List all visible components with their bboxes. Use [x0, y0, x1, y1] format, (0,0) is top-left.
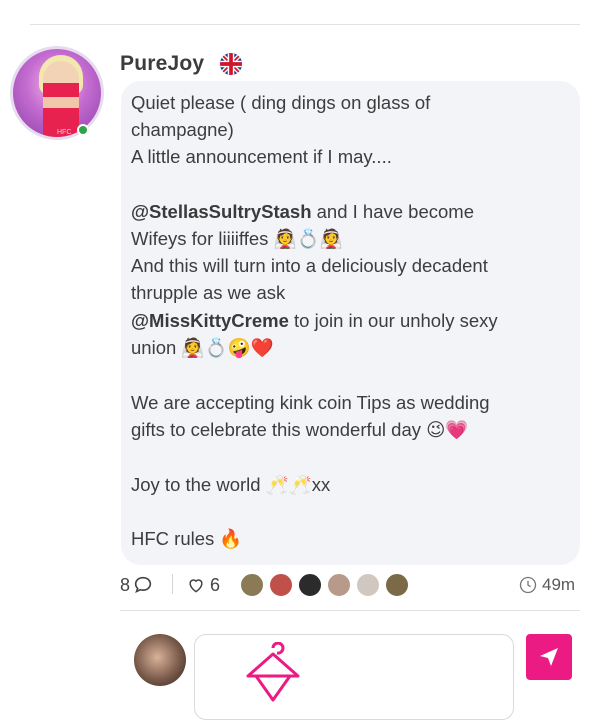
uk-flag-icon: [220, 53, 242, 75]
current-user-avatar[interactable]: [134, 634, 186, 686]
message-line: champagne): [131, 119, 234, 141]
message-line: A little announcement if I may....: [131, 146, 392, 168]
heart-icon: [189, 579, 203, 593]
message-line: thrupple as we ask: [131, 282, 285, 304]
message-line: @StellasSultryStash and I have become: [131, 201, 474, 223]
liker-avatar[interactable]: [298, 573, 322, 597]
send-icon: [540, 648, 558, 666]
message-line: We are accepting kink coin Tips as weddi…: [131, 392, 490, 414]
comment-count: 8: [120, 574, 131, 595]
message-line-text: gifts to celebrate this wonderful day 😉💗: [131, 419, 469, 440]
liker-avatar[interactable]: [240, 573, 264, 597]
footer-separator: [172, 574, 173, 594]
message-line-text: Joy to the world 🥂🥂xx: [131, 474, 331, 495]
online-status-indicator: [77, 124, 89, 136]
message-line-text: and I have become: [311, 201, 474, 222]
liker-avatar[interactable]: [356, 573, 380, 597]
post-time: 49m: [518, 570, 575, 600]
message-line: And this will turn into a deliciously de…: [131, 255, 488, 277]
message-line: Wifeys for liiiiffes 👰💍👰: [131, 228, 343, 250]
author-avatar[interactable]: HFC: [10, 46, 104, 140]
time-ago: 49m: [542, 575, 576, 594]
avatar-figure: [43, 61, 79, 137]
hanger-logo-icon: [246, 642, 300, 702]
avatar-watermark: HFC: [57, 129, 72, 136]
liker-avatar[interactable]: [327, 573, 351, 597]
like-count: 6: [210, 574, 221, 595]
message-line-text: to join in our unholy sexy: [288, 310, 498, 331]
author-username[interactable]: PureJoy: [120, 52, 204, 76]
top-divider: [30, 24, 580, 25]
message-line-text: Quiet please ( ding dings on glass of: [131, 92, 431, 113]
like-button[interactable]: 6: [186, 570, 220, 600]
message-line: gifts to celebrate this wonderful day 😉💗: [131, 419, 468, 441]
message-line: @MissKittyCreme to join in our unholy se…: [131, 310, 498, 332]
user-mention-link[interactable]: @StellasSultryStash: [131, 201, 312, 222]
message-line-text: A little announcement if I may....: [131, 146, 392, 167]
message-line-text: Wifeys for liiiiffes 👰💍👰: [131, 228, 343, 249]
liker-avatar[interactable]: [385, 573, 409, 597]
message-line-text: And this will turn into a deliciously de…: [131, 255, 488, 276]
message-line-text: thrupple as we ask: [131, 282, 286, 303]
comment-button[interactable]: 8: [120, 570, 154, 600]
message-line-text: union 👰💍🤪❤️: [131, 337, 274, 358]
liker-avatar[interactable]: [269, 573, 293, 597]
message-line-text: champagne): [131, 119, 234, 140]
reply-input[interactable]: [194, 634, 514, 720]
send-button[interactable]: [526, 634, 572, 680]
message-line: HFC rules 🔥: [131, 528, 242, 550]
message-line-text: HFC rules 🔥: [131, 528, 243, 549]
speech-bubble-icon: [134, 576, 152, 593]
message-line: Quiet please ( ding dings on glass of: [131, 92, 430, 114]
message-line: Joy to the world 🥂🥂xx: [131, 474, 330, 496]
message-line-text: We are accepting kink coin Tips as weddi…: [131, 392, 490, 413]
user-mention-link[interactable]: @MissKittyCreme: [131, 310, 289, 331]
bottom-divider: [120, 610, 580, 611]
message-line: union 👰💍🤪❤️: [131, 337, 274, 359]
clock-icon: [519, 576, 537, 594]
